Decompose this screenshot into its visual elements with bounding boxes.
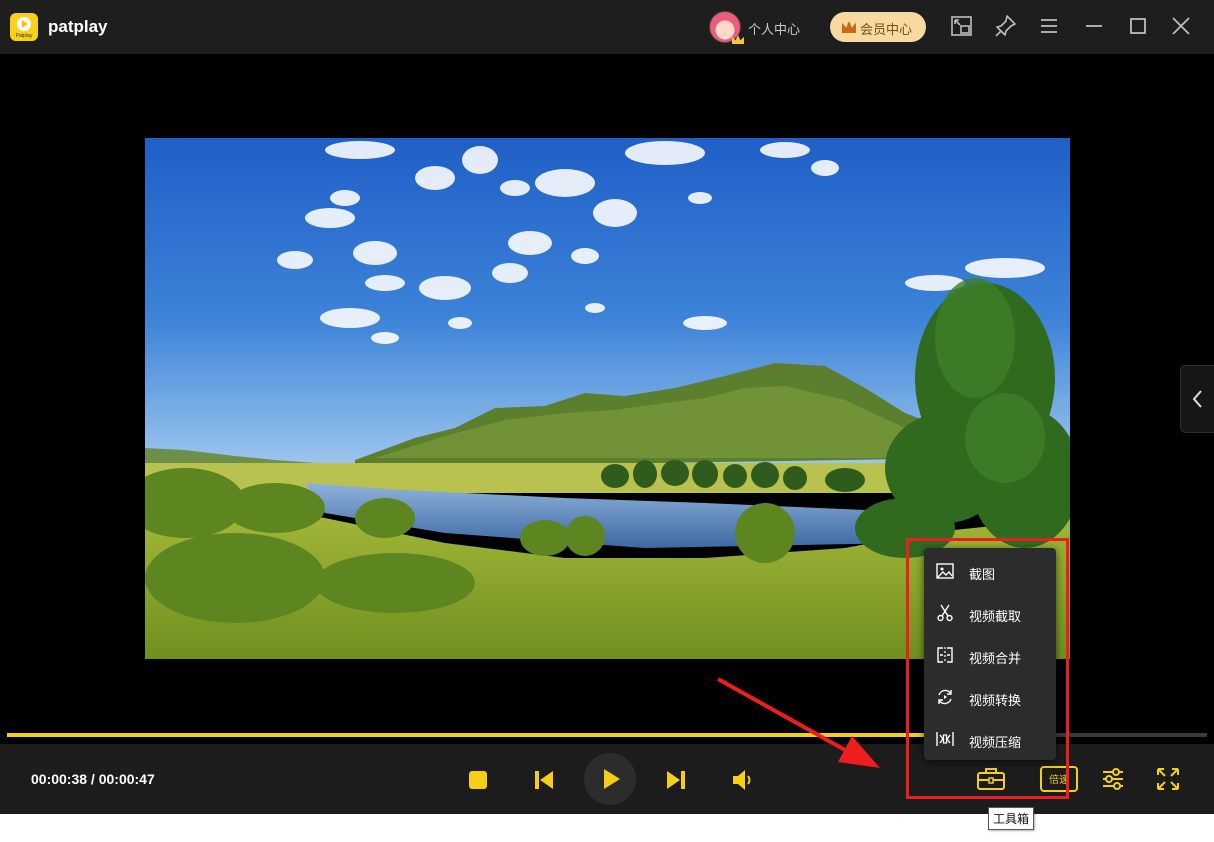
skip-previous-icon bbox=[535, 771, 553, 789]
vip-center-label: 会员中心 bbox=[860, 23, 913, 38]
stop-button[interactable] bbox=[467, 769, 489, 791]
play-button[interactable] bbox=[584, 753, 636, 805]
picture-in-picture-icon[interactable] bbox=[949, 13, 975, 39]
logo-text: Patplay bbox=[15, 33, 33, 39]
volume-icon bbox=[733, 770, 751, 790]
menu-icon[interactable] bbox=[1036, 13, 1062, 39]
profile-center-link[interactable]: 个人中心 bbox=[748, 19, 800, 38]
progress-fill bbox=[7, 733, 979, 737]
title-bar: Patplay patplay 个人中心 会员中心 bbox=[0, 0, 1214, 54]
play-icon bbox=[604, 769, 620, 789]
close-icon[interactable] bbox=[1168, 13, 1194, 39]
pin-icon[interactable] bbox=[993, 13, 1019, 39]
chevron-left-icon bbox=[1192, 390, 1202, 408]
app-logo: Patplay bbox=[10, 13, 38, 41]
app-name: patplay bbox=[48, 17, 108, 36]
side-panel-toggle[interactable] bbox=[1180, 365, 1214, 433]
fullscreen-icon bbox=[1157, 768, 1179, 790]
settings-button[interactable] bbox=[1100, 766, 1126, 792]
fullscreen-button[interactable] bbox=[1155, 766, 1181, 792]
skip-next-icon bbox=[667, 771, 685, 789]
minimize-icon[interactable] bbox=[1081, 13, 1107, 39]
avatar[interactable] bbox=[709, 11, 744, 44]
time-display: 00:00:38 / 00:00:47 bbox=[31, 771, 155, 787]
previous-button[interactable] bbox=[532, 768, 556, 792]
maximize-icon[interactable] bbox=[1125, 13, 1151, 39]
player-window: Patplay patplay 个人中心 会员中心 00:00:38 / 00:… bbox=[0, 0, 1214, 842]
crown-icon bbox=[732, 35, 744, 44]
stop-icon bbox=[469, 771, 487, 789]
toolbox-tooltip: 工具箱 bbox=[988, 807, 1035, 830]
vip-crown-icon bbox=[842, 21, 856, 33]
annotation-highlight-box bbox=[906, 538, 1069, 799]
sliders-icon bbox=[1103, 768, 1123, 790]
next-button[interactable] bbox=[664, 768, 688, 792]
volume-button[interactable] bbox=[730, 767, 756, 793]
logo-play-icon bbox=[17, 17, 31, 31]
vip-center-button[interactable]: 会员中心 bbox=[830, 12, 926, 42]
